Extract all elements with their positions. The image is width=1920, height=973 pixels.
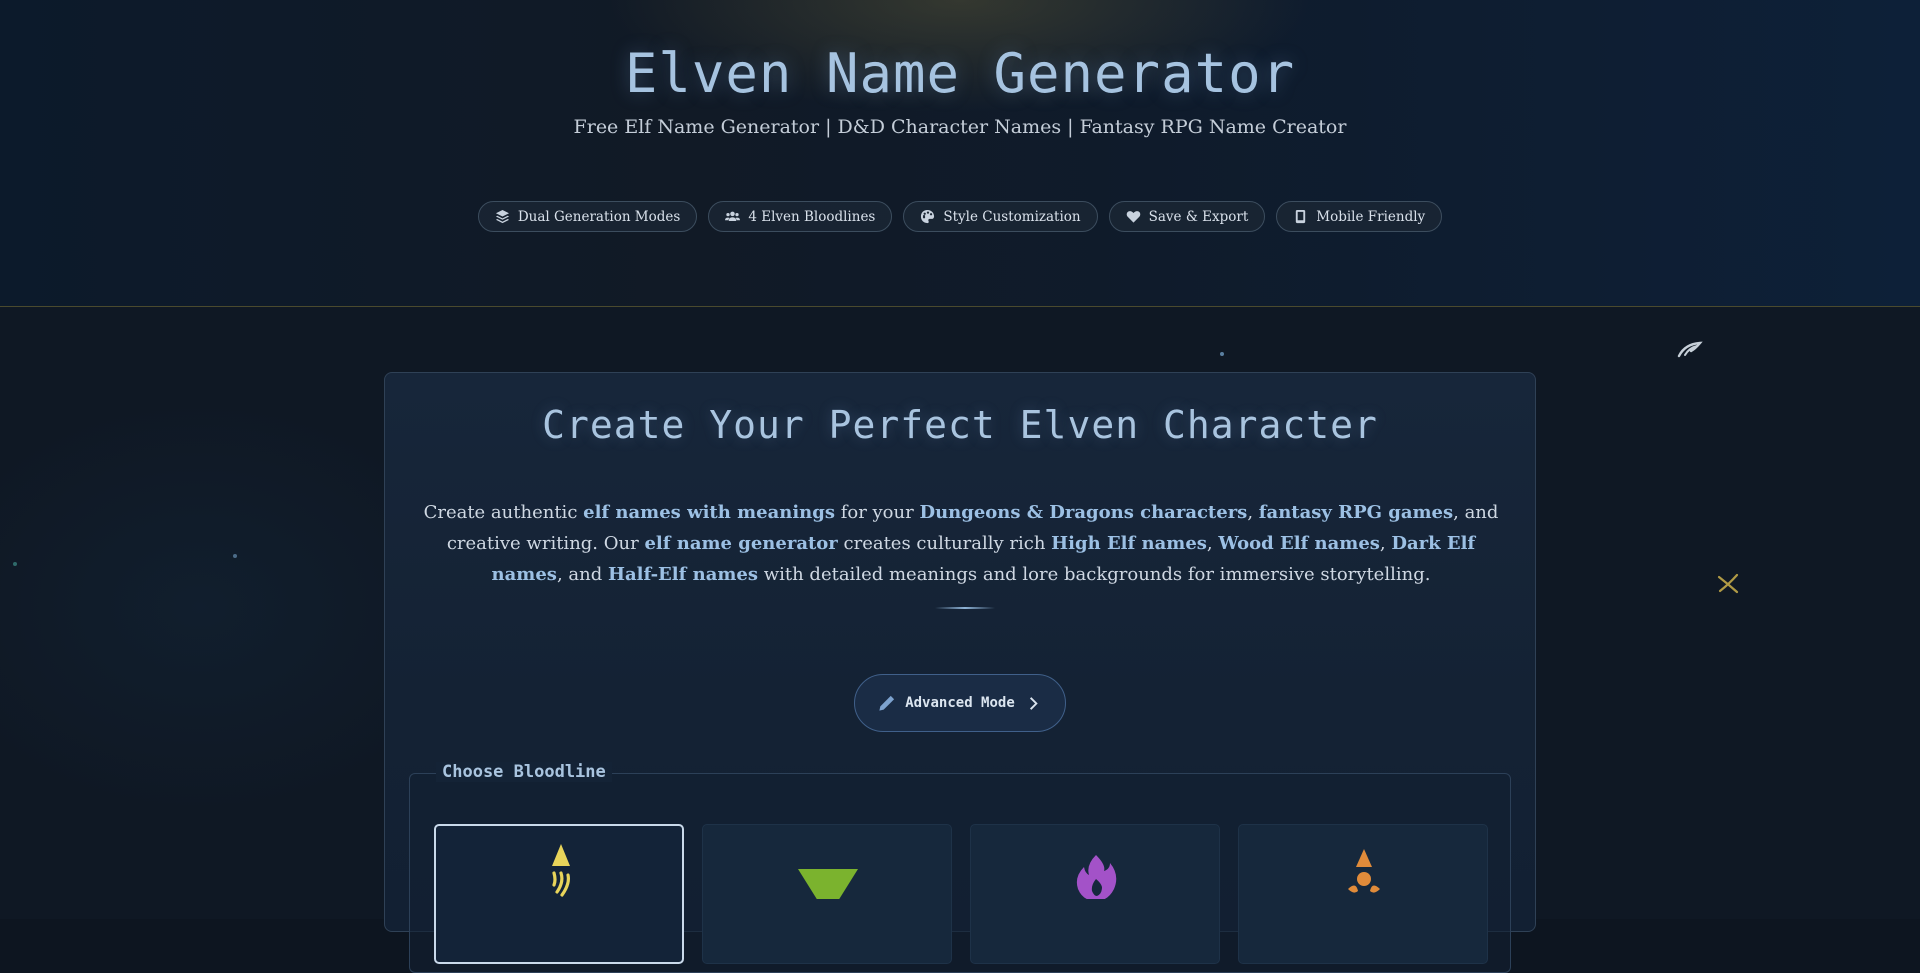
bloodline-selector: Choose Bloodline xyxy=(409,762,1511,973)
bloodline-legend: Choose Bloodline xyxy=(436,762,612,782)
high-elf-icon xyxy=(552,844,570,897)
leaf-decoration-icon xyxy=(1677,341,1703,358)
page-subtitle: Free Elf Name Generator | D&D Character … xyxy=(573,116,1347,138)
feature-pill-save-export: Save & Export xyxy=(1108,201,1266,232)
sparkle-decoration xyxy=(13,562,17,566)
feature-label: Mobile Friendly xyxy=(1316,208,1426,225)
dark-elf-icon xyxy=(1076,855,1117,899)
feature-pill-bloodlines: 4 Elven Bloodlines xyxy=(708,201,893,232)
feature-list: Dual Generation Modes 4 Elven Bloodlines… xyxy=(0,201,1920,232)
sparkle-decoration xyxy=(1220,352,1224,356)
layers-icon xyxy=(495,209,509,224)
generator-card: Create Your Perfect Elven Character Crea… xyxy=(384,372,1536,973)
feature-pill-style: Style Customization xyxy=(903,201,1098,232)
advanced-mode-button[interactable]: Advanced Mode xyxy=(854,674,1066,732)
page-title: Elven Name Generator xyxy=(624,42,1296,105)
feature-pill-dual-modes: Dual Generation Modes xyxy=(477,201,698,232)
bloodline-option-dark-elf[interactable] xyxy=(970,824,1220,964)
section-title: Create Your Perfect Elven Character xyxy=(542,403,1378,447)
divider xyxy=(935,607,995,609)
half-elf-icon xyxy=(1348,849,1380,893)
feature-label: 4 Elven Bloodlines xyxy=(748,208,876,225)
bloodline-options xyxy=(434,824,1488,964)
chevron-right-icon xyxy=(1029,696,1038,710)
pencil-icon xyxy=(879,695,895,711)
wood-elf-icon xyxy=(798,869,858,899)
feature-label: Dual Generation Modes xyxy=(517,208,681,225)
palette-icon xyxy=(921,209,935,224)
mobile-icon xyxy=(1296,209,1306,224)
heart-icon xyxy=(1126,211,1140,223)
intro-text: Create authentic elf names with meanings… xyxy=(423,502,1499,585)
users-icon xyxy=(725,211,741,221)
advanced-mode-label: Advanced Mode xyxy=(905,695,1015,711)
feature-label: Save & Export xyxy=(1148,208,1249,225)
bloodline-option-half-elf[interactable] xyxy=(1238,824,1488,964)
bloodline-option-high-elf[interactable] xyxy=(434,824,684,964)
crossed-swords-decoration-icon xyxy=(1717,573,1739,594)
feature-label: Style Customization xyxy=(943,208,1081,225)
hero-header: Elven Name Generator Free Elf Name Gener… xyxy=(0,0,1920,307)
feature-pill-mobile: Mobile Friendly xyxy=(1276,201,1443,232)
sparkle-decoration xyxy=(233,554,237,558)
bloodline-option-wood-elf[interactable] xyxy=(702,824,952,964)
